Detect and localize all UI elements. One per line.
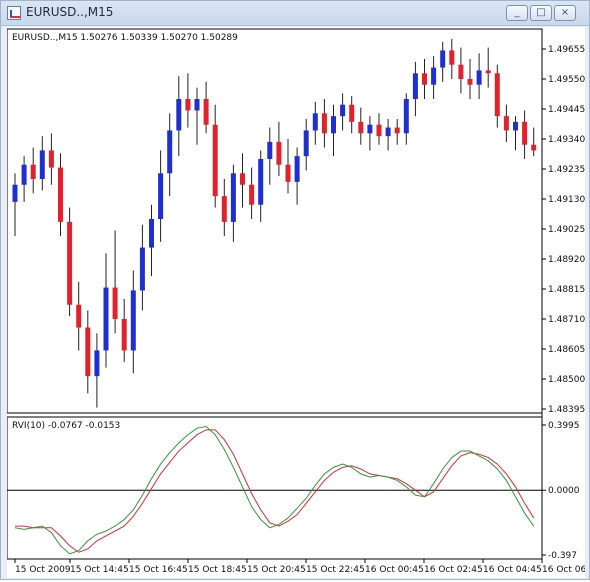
rvi-header: RVI(10) -0.0767 -0.0153: [12, 421, 120, 431]
candle-body: [276, 141, 282, 165]
candle-body: [130, 290, 136, 351]
candle-body: [121, 319, 127, 351]
candle-body: [267, 141, 273, 159]
candle-body: [221, 196, 227, 222]
chart-window-icon: [7, 6, 21, 20]
candle-body: [85, 327, 91, 377]
time-tick-label: 15 Oct 20:45: [247, 565, 306, 575]
candle-body: [312, 113, 318, 131]
rvi-tick-label: 0.3995: [548, 421, 580, 431]
price-tick-label: 1.48815: [548, 285, 585, 295]
time-tick-label: 16 Oct 06:: [542, 565, 585, 575]
price-tick-label: 1.49655: [548, 45, 585, 55]
candle-body: [212, 124, 218, 197]
candle-body: [67, 221, 73, 305]
candle-body: [194, 99, 200, 111]
chart-header: EURUSD..,M15 1.50276 1.50339 1.50270 1.5…: [12, 33, 238, 43]
candle-body: [303, 130, 309, 157]
candle-body: [331, 116, 336, 134]
candle-body: [139, 247, 145, 291]
candle-body: [394, 127, 400, 134]
candle-body: [467, 79, 473, 85]
time-tick-label: 15 Oct 18:45: [188, 565, 247, 575]
candle-body: [358, 121, 364, 134]
time-tick-label: 16 Oct 02:45: [424, 565, 483, 575]
candle-body: [485, 70, 491, 74]
candle-body: [230, 173, 236, 222]
price-tick-label: 1.48605: [548, 345, 585, 355]
candle-body: [321, 113, 327, 134]
price-tick-label: 1.49550: [548, 75, 585, 85]
candle-body: [30, 164, 36, 179]
candle-body: [385, 127, 391, 137]
candle-body: [367, 124, 373, 134]
close-button[interactable]: ×: [554, 5, 576, 21]
candle-body: [340, 104, 346, 117]
candle-body: [94, 350, 100, 377]
candle-body: [476, 70, 482, 85]
candle-body: [249, 184, 255, 205]
candle-body: [285, 164, 291, 182]
candle-body: [58, 167, 63, 222]
candle-body: [176, 99, 182, 131]
price-tick-label: 1.49235: [548, 165, 585, 175]
candle-body: [522, 121, 528, 145]
candle-body: [422, 73, 427, 85]
rvi-panel[interactable]: [6, 416, 543, 560]
candle-body: [185, 99, 191, 111]
candle-body: [12, 184, 18, 202]
candle-body: [494, 73, 500, 117]
candle-body: [21, 164, 27, 185]
candle-body: [76, 304, 82, 328]
candle-body: [294, 156, 300, 182]
candle-body: [403, 99, 409, 134]
candle-body: [158, 173, 164, 219]
window-title: EURUSD..,M15: [26, 5, 114, 19]
rvi-tick-label: 0.0000: [548, 486, 580, 496]
candle-body: [258, 159, 264, 205]
candle-body: [167, 130, 173, 174]
candle-body: [440, 50, 446, 68]
candle-body: [376, 124, 382, 137]
candle-body: [412, 73, 418, 99]
candle-body: [103, 287, 109, 351]
chart-svg[interactable]: EURUSD..,M15 1.50276 1.50339 1.50270 1.5…: [6, 27, 589, 578]
price-tick-label: 1.48395: [548, 405, 585, 415]
price-tick-label: 1.49025: [548, 225, 585, 235]
chart-window: EURUSD..,M15 _ □ × EURUSD..,M15 1.50276 …: [0, 0, 590, 580]
candle-body: [203, 99, 209, 125]
price-tick-label: 1.49130: [548, 195, 585, 205]
time-tick-label: 15 Oct 16:45: [129, 565, 188, 575]
time-tick-label: 16 Oct 04:45: [483, 565, 542, 575]
time-tick-label: 15 Oct 14:45: [70, 565, 129, 575]
price-tick-label: 1.48500: [548, 375, 585, 385]
candle-body: [531, 144, 537, 151]
chart-area[interactable]: EURUSD..,M15 1.50276 1.50339 1.50270 1.5…: [6, 27, 589, 578]
price-tick-label: 1.48710: [548, 315, 585, 325]
candle-body: [149, 219, 154, 248]
candle-body: [240, 173, 245, 185]
candle-body: [349, 104, 355, 122]
candle-body: [458, 64, 464, 79]
time-tick-label: 15 Oct 22:45: [306, 565, 365, 575]
candle-body: [503, 116, 509, 131]
candle-body: [449, 50, 455, 65]
price-tick-label: 1.49340: [548, 135, 585, 145]
candle-body: [513, 121, 518, 131]
time-tick-label: 16 Oct 00:45: [365, 565, 424, 575]
rvi-tick-label: -0.397: [548, 551, 577, 561]
candle-body: [48, 150, 54, 168]
time-tick-label: 15 Oct 2009: [15, 565, 71, 575]
window-titlebar[interactable]: EURUSD..,M15 _ □ ×: [1, 1, 589, 26]
price-tick-label: 1.48920: [548, 255, 585, 265]
candle-body: [431, 67, 437, 85]
price-tick-label: 1.49445: [548, 105, 585, 115]
candle-body: [39, 150, 45, 179]
candle-body: [112, 287, 118, 319]
maximize-button[interactable]: □: [530, 5, 552, 21]
candle: [67, 207, 73, 317]
minimize-button[interactable]: _: [506, 5, 528, 21]
